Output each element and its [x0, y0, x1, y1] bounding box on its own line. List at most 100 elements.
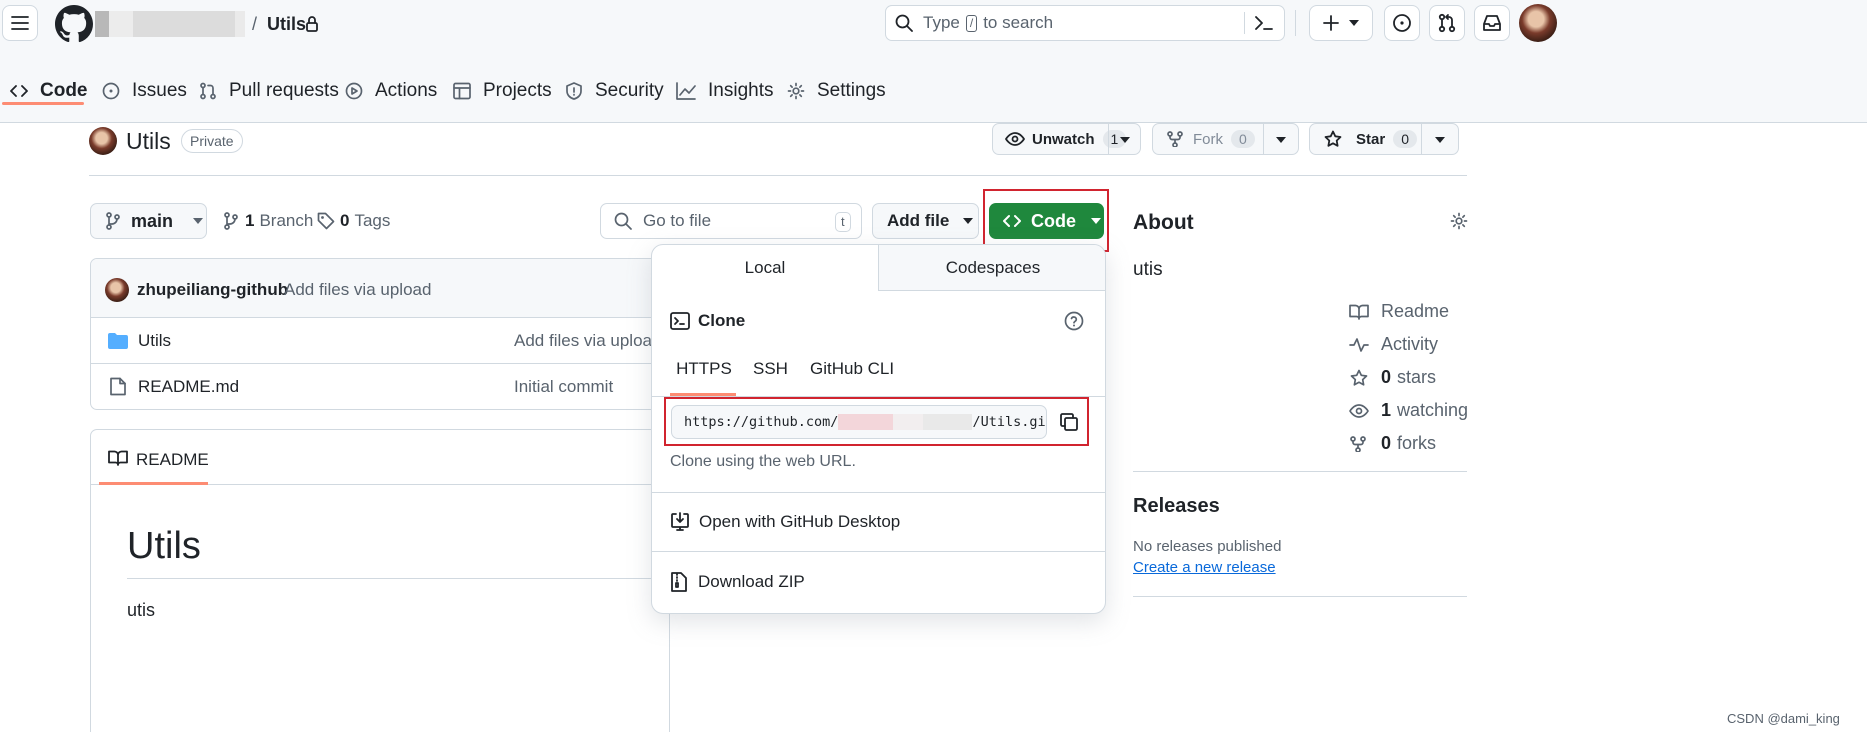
global-search-input[interactable]: Type / to search [885, 5, 1285, 41]
gear-icon [787, 82, 805, 100]
unwatch-button[interactable]: Unwatch 1 [992, 123, 1141, 155]
tab-projects[interactable]: Projects [453, 76, 552, 106]
clone-url-redacted [838, 414, 973, 430]
table-row[interactable]: Utils Add files via upload [91, 318, 669, 364]
breadcrumb-separator: / [252, 14, 258, 34]
tab-local-label: Local [744, 258, 786, 277]
tab-local[interactable]: Local [652, 245, 879, 291]
go-to-file-shortcut: t [835, 212, 851, 232]
chevron-down-icon[interactable] [1435, 137, 1445, 143]
tab-codespaces[interactable]: Codespaces [879, 245, 1105, 291]
add-file-button[interactable]: Add file [872, 203, 979, 239]
star-count: 0 [1393, 130, 1417, 148]
user-avatar[interactable] [1519, 4, 1557, 42]
code-dropdown-button[interactable]: Code [989, 203, 1104, 239]
tab-pull-requests-label: Pull requests [229, 80, 339, 101]
open-desktop-menu-item[interactable]: Open with GitHub Desktop [652, 493, 1105, 551]
repo-owner-avatar[interactable] [89, 127, 117, 155]
file-commit-message[interactable]: Add files via upload [514, 331, 661, 351]
releases-title[interactable]: Releases [1133, 495, 1220, 518]
hamburger-menu-button[interactable] [2, 5, 38, 41]
protocol-tab-https[interactable]: HTTPS [670, 359, 738, 379]
menu-icon [11, 16, 29, 30]
branches-link[interactable]: 1 Branch [223, 211, 313, 231]
tag-icon [317, 212, 335, 230]
file-name[interactable]: README.md [138, 377, 239, 397]
inbox-icon [1483, 15, 1501, 31]
tab-security[interactable]: Security [565, 76, 664, 106]
chevron-down-icon[interactable] [1276, 137, 1286, 143]
forks-label: forks [1397, 433, 1437, 453]
star-label: Star [1356, 130, 1386, 148]
readme-heading: Utils [127, 525, 201, 567]
watching-link[interactable]: 1 watching [1349, 400, 1468, 421]
tags-link[interactable]: 0 Tags [317, 211, 390, 231]
fork-icon [1167, 131, 1183, 147]
branch-label: Branch [259, 211, 314, 230]
protocol-tab-github-cli[interactable]: GitHub CLI [810, 359, 894, 379]
add-file-label: Add file [887, 211, 950, 230]
shield-icon [566, 82, 582, 100]
tab-settings[interactable]: Settings [787, 76, 886, 106]
commit-author[interactable]: zhupeiliang-github [137, 280, 288, 300]
clone-url-field[interactable]: https://github.com/ /Utils.git [671, 405, 1047, 439]
tag-label: Tags [354, 211, 391, 230]
breadcrumb-repo-name[interactable]: Utils [267, 14, 306, 35]
tag-count: 0 [340, 211, 350, 230]
pull-requests-shortcut-button[interactable] [1429, 5, 1465, 41]
stars-link[interactable]: 0 stars [1349, 367, 1436, 388]
tab-actions-label: Actions [375, 80, 438, 101]
readme-tab-underline [99, 482, 208, 485]
fork-button[interactable]: Fork 0 [1152, 123, 1299, 155]
readme-tab-label[interactable]: README [136, 450, 209, 470]
github-logo-icon[interactable] [55, 5, 93, 43]
commit-message[interactable]: Add files via upload [284, 280, 431, 300]
issue-icon [1393, 14, 1411, 32]
clone-url-suffix: /Utils.git [972, 414, 1047, 430]
tab-issues[interactable]: Issues [102, 76, 187, 106]
download-zip-menu-item[interactable]: Download ZIP [652, 552, 1105, 612]
readme-link[interactable]: Readme [1349, 301, 1449, 322]
activity-link[interactable]: Activity [1349, 334, 1438, 355]
tab-projects-label: Projects [483, 80, 552, 101]
tab-pull-requests[interactable]: Pull requests [199, 76, 339, 106]
clone-dropdown-panel: Local Codespaces Clone HTTPS SSH GitHub … [651, 244, 1106, 614]
help-icon[interactable] [1064, 311, 1084, 331]
repo-title[interactable]: Utils [126, 128, 171, 155]
create-new-button[interactable] [1309, 5, 1373, 41]
file-name[interactable]: Utils [138, 331, 171, 351]
clone-title: Clone [698, 311, 746, 330]
current-branch-label: main [131, 210, 174, 231]
table-row[interactable]: README.md Initial commit [91, 364, 669, 409]
issues-shortcut-button[interactable] [1384, 5, 1420, 41]
create-release-link[interactable]: Create a new release [1133, 559, 1276, 576]
tab-insights[interactable]: Insights [676, 76, 773, 106]
chevron-down-icon[interactable] [1120, 137, 1130, 143]
watermark-text: CSDN @dami_king [1727, 711, 1840, 726]
eye-icon [1349, 403, 1369, 418]
gear-icon[interactable] [1450, 212, 1468, 230]
go-to-file-input[interactable]: Go to file t [600, 203, 862, 239]
protocol-tab-https-label: HTTPS [676, 359, 732, 378]
tab-insights-label: Insights [708, 80, 774, 101]
owner-name-redacted[interactable] [95, 11, 245, 37]
star-button[interactable]: Star 0 [1309, 123, 1459, 155]
command-palette-icon[interactable] [1254, 15, 1274, 31]
about-description: utis [1133, 259, 1163, 280]
tab-issues-label: Issues [132, 80, 187, 101]
activity-link-label: Activity [1381, 334, 1439, 354]
inbox-button[interactable] [1474, 5, 1510, 41]
copy-icon[interactable] [1059, 412, 1079, 432]
branch-selector[interactable]: main [90, 203, 207, 239]
about-divider [1133, 471, 1467, 472]
watching-count: 1 [1381, 400, 1392, 420]
tab-actions[interactable]: Actions [345, 76, 437, 106]
file-commit-message[interactable]: Initial commit [514, 377, 613, 397]
file-list: zhupeiliang-github Add files via upload … [90, 258, 670, 410]
readme-link-label: Readme [1381, 301, 1450, 321]
protocol-tab-ssh[interactable]: SSH [753, 359, 788, 379]
search-placeholder-text: Type [923, 13, 960, 32]
forks-link[interactable]: 0 forks [1349, 433, 1436, 454]
commit-author-avatar[interactable] [105, 278, 129, 302]
fork-icon [1350, 435, 1366, 452]
